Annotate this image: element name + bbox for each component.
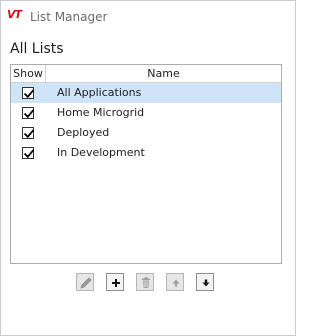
list-name: Home Microgrid: [57, 106, 145, 119]
checkmark-icon: [23, 89, 35, 99]
table-row[interactable]: Deployed: [11, 123, 281, 143]
logo-text: VT: [7, 8, 22, 21]
checkmark-icon: [23, 109, 35, 119]
table-row[interactable]: In Development: [11, 143, 281, 163]
show-checkbox[interactable]: [22, 147, 35, 159]
lists-table: Show Name All Applications Home Microgri…: [10, 64, 282, 264]
show-checkbox[interactable]: [22, 87, 35, 99]
column-header-show[interactable]: Show: [11, 65, 46, 82]
table-row[interactable]: All Applications: [11, 83, 281, 103]
trash-icon: [142, 277, 150, 288]
column-header-name[interactable]: Name: [46, 65, 281, 82]
table-header: Show Name: [11, 65, 281, 83]
table-row[interactable]: Home Microgrid: [11, 103, 281, 123]
list-toolbar: [1, 273, 295, 293]
add-button[interactable]: [106, 273, 124, 291]
vt-logo: VT: [7, 8, 25, 26]
window-title: List Manager: [30, 10, 108, 24]
list-name: In Development: [57, 146, 145, 159]
arrow-down-icon: [202, 279, 210, 287]
title-bar[interactable]: VT List Manager: [1, 1, 295, 33]
pencil-icon: [80, 277, 92, 289]
list-name: All Applications: [57, 86, 142, 99]
move-down-button[interactable]: [196, 273, 214, 291]
page-title: All Lists: [10, 41, 64, 57]
delete-button[interactable]: [136, 273, 154, 291]
show-checkbox[interactable]: [22, 107, 35, 119]
list-name: Deployed: [57, 126, 110, 139]
arrow-up-icon: [172, 279, 180, 287]
checkmark-icon: [23, 129, 35, 139]
list-manager-window: VT List Manager All Lists Show Name All …: [0, 0, 296, 336]
checkmark-icon: [23, 149, 35, 159]
plus-icon: [112, 279, 120, 287]
show-checkbox[interactable]: [22, 127, 35, 139]
move-up-button[interactable]: [166, 273, 184, 291]
edit-button[interactable]: [76, 273, 94, 291]
